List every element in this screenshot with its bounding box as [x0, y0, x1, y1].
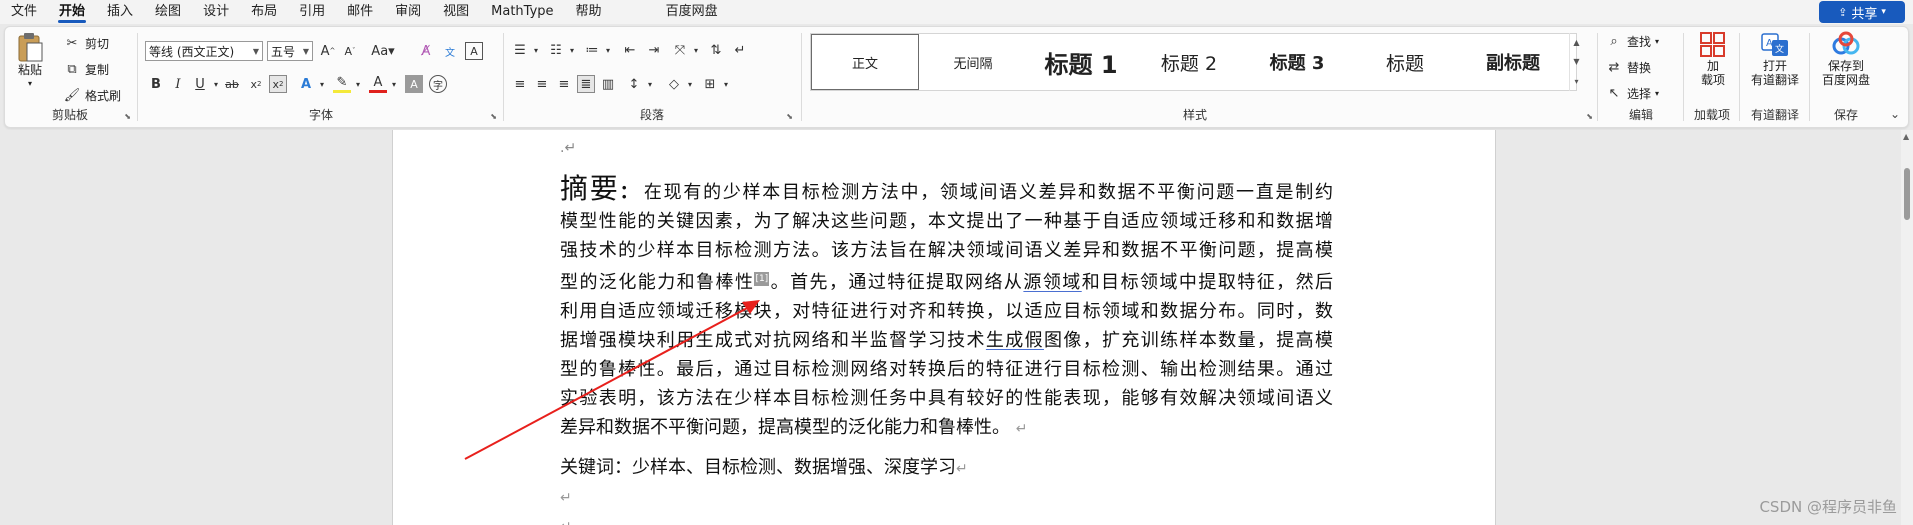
ribbon: 粘贴 ▾ ✂ 剪切 ⧉ 复制 🖌 格式刷 剪贴板 ⬊ 等线 (西文正文) ▼ 五… [4, 26, 1909, 128]
save-to-baidu-button[interactable]: 保存到 百度网盘 [1815, 31, 1877, 87]
vertical-scrollbar[interactable]: ▲ [1901, 130, 1913, 525]
svg-text:A: A [1766, 38, 1773, 49]
youdao-group-label: 有道翻译 [1750, 108, 1799, 122]
cursor-icon: ↖ [1608, 85, 1620, 101]
translate-icon: A 文 [1761, 33, 1788, 56]
svg-text:文: 文 [1775, 43, 1784, 55]
collapse-ribbon-icon[interactable]: ⌄ [1890, 107, 1900, 121]
chevron-down-icon: ▾ [1655, 36, 1660, 46]
tab-draw[interactable]: 绘图 [144, 0, 192, 24]
style-title-label: 标题 [1385, 52, 1424, 75]
select-label: 选择 [1627, 86, 1652, 101]
youdao-group: A 文 打开 有道翻译 有道翻译 [1743, 27, 1807, 127]
share-icon: ⇪ [1838, 5, 1848, 19]
addins-group-label: 加载项 [1693, 108, 1730, 122]
menu-bar: 文件 开始 插入 绘图 设计 布局 引用 邮件 审阅 视图 MathType 帮… [0, 0, 1913, 24]
tab-baidu-netdisk[interactable]: 百度网盘 [655, 0, 729, 24]
addins-icon [1700, 32, 1725, 57]
addins-button[interactable]: 加 载项 [1693, 31, 1733, 87]
separator [1683, 33, 1684, 121]
select-button[interactable]: ↖ 选择 ▾ [1605, 83, 1659, 103]
tab-review[interactable]: 审阅 [384, 0, 432, 24]
save-group: 保存到 百度网盘 保存 [1813, 27, 1879, 127]
more-icon[interactable]: ▾ [1574, 77, 1578, 86]
styles-group-label: 样式 [1182, 108, 1207, 122]
separator [1739, 33, 1740, 121]
search-icon: ⌕ [1610, 33, 1618, 49]
save-to-baidu-label: 保存到 百度网盘 [1821, 59, 1870, 87]
document-area: .↵ 摘要: 在现有的少样本目标检测方法中，领域间语义差异和数据不平衡问题一直是… [0, 130, 1913, 525]
replace-button[interactable]: ⇄ 替换 [1605, 57, 1651, 77]
style-heading-2-label: 标题 2 [1160, 52, 1218, 75]
style-title[interactable]: 标题 [1351, 34, 1459, 90]
youdao-translate-label: 打开 有道翻译 [1750, 59, 1799, 87]
share-label: 共享 [1851, 6, 1878, 22]
find-button[interactable]: ⌕ 查找 ▾ [1605, 31, 1659, 51]
style-subtitle[interactable]: 副标题 [1459, 34, 1567, 90]
tab-view[interactable]: 视图 [432, 0, 480, 24]
separator [1597, 33, 1598, 121]
annotation-arrow [464, 300, 760, 460]
styles-gallery: 正文 无间隔 标题 1 标题 2 标题 3 标题 副标题 [810, 33, 1577, 91]
style-no-spacing-label: 无间隔 [953, 56, 993, 72]
tab-help[interactable]: 帮助 [565, 0, 613, 24]
style-heading-2[interactable]: 标题 2 [1135, 34, 1243, 90]
chevron-down-icon: ▾ [1881, 7, 1886, 17]
save-group-label: 保存 [1833, 108, 1858, 122]
gallery-scroll: ▲ ▼ ▾ [1569, 33, 1583, 91]
watermark: CSDN @程序员非鱼 [1759, 498, 1897, 516]
chevron-up-icon[interactable]: ▲ [1903, 132, 1909, 141]
replace-label: 替换 [1627, 60, 1652, 75]
style-no-spacing[interactable]: 无间隔 [919, 34, 1027, 90]
tab-design[interactable]: 设计 [192, 0, 240, 24]
separator [1809, 33, 1810, 121]
editing-group-label: 编辑 [1628, 108, 1653, 122]
style-normal-label: 正文 [851, 56, 878, 72]
youdao-translate-button[interactable]: A 文 打开 有道翻译 [1745, 31, 1805, 87]
baidu-netdisk-icon [1832, 31, 1860, 55]
chevron-up-icon[interactable]: ▲ [1573, 38, 1579, 47]
style-heading-3-label: 标题 3 [1269, 53, 1325, 74]
style-heading-3[interactable]: 标题 3 [1243, 34, 1351, 90]
style-heading-1-label: 标题 1 [1044, 50, 1118, 79]
tab-layout[interactable]: 布局 [240, 0, 288, 24]
chevron-down-icon[interactable]: ▼ [1573, 57, 1579, 66]
share-button[interactable]: ⇪ 共享 ▾ [1819, 1, 1905, 23]
tab-insert[interactable]: 插入 [96, 0, 144, 24]
addins-group: 加 载项 加载项 [1687, 27, 1737, 127]
scrollbar-thumb[interactable] [1904, 168, 1910, 220]
tab-home[interactable]: 开始 [48, 0, 96, 24]
style-subtitle-label: 副标题 [1486, 53, 1540, 74]
tab-mathtype[interactable]: MathType [480, 0, 564, 24]
dialog-launcher-icon[interactable]: ⬊ [1586, 112, 1593, 121]
tab-references[interactable]: 引用 [288, 0, 336, 24]
tab-mailings[interactable]: 邮件 [336, 0, 384, 24]
tab-file[interactable]: 文件 [0, 0, 48, 24]
replace-icon: ⇄ [1608, 59, 1620, 75]
chevron-down-icon: ▾ [1655, 88, 1660, 98]
editing-group: ⌕ 查找 ▾ ⇄ 替换 ↖ 选择 ▾ 编辑 [1601, 27, 1681, 127]
style-normal[interactable]: 正文 [811, 34, 919, 90]
style-heading-1[interactable]: 标题 1 [1027, 34, 1135, 90]
addins-label: 加 载项 [1700, 59, 1725, 87]
find-label: 查找 [1627, 34, 1652, 49]
